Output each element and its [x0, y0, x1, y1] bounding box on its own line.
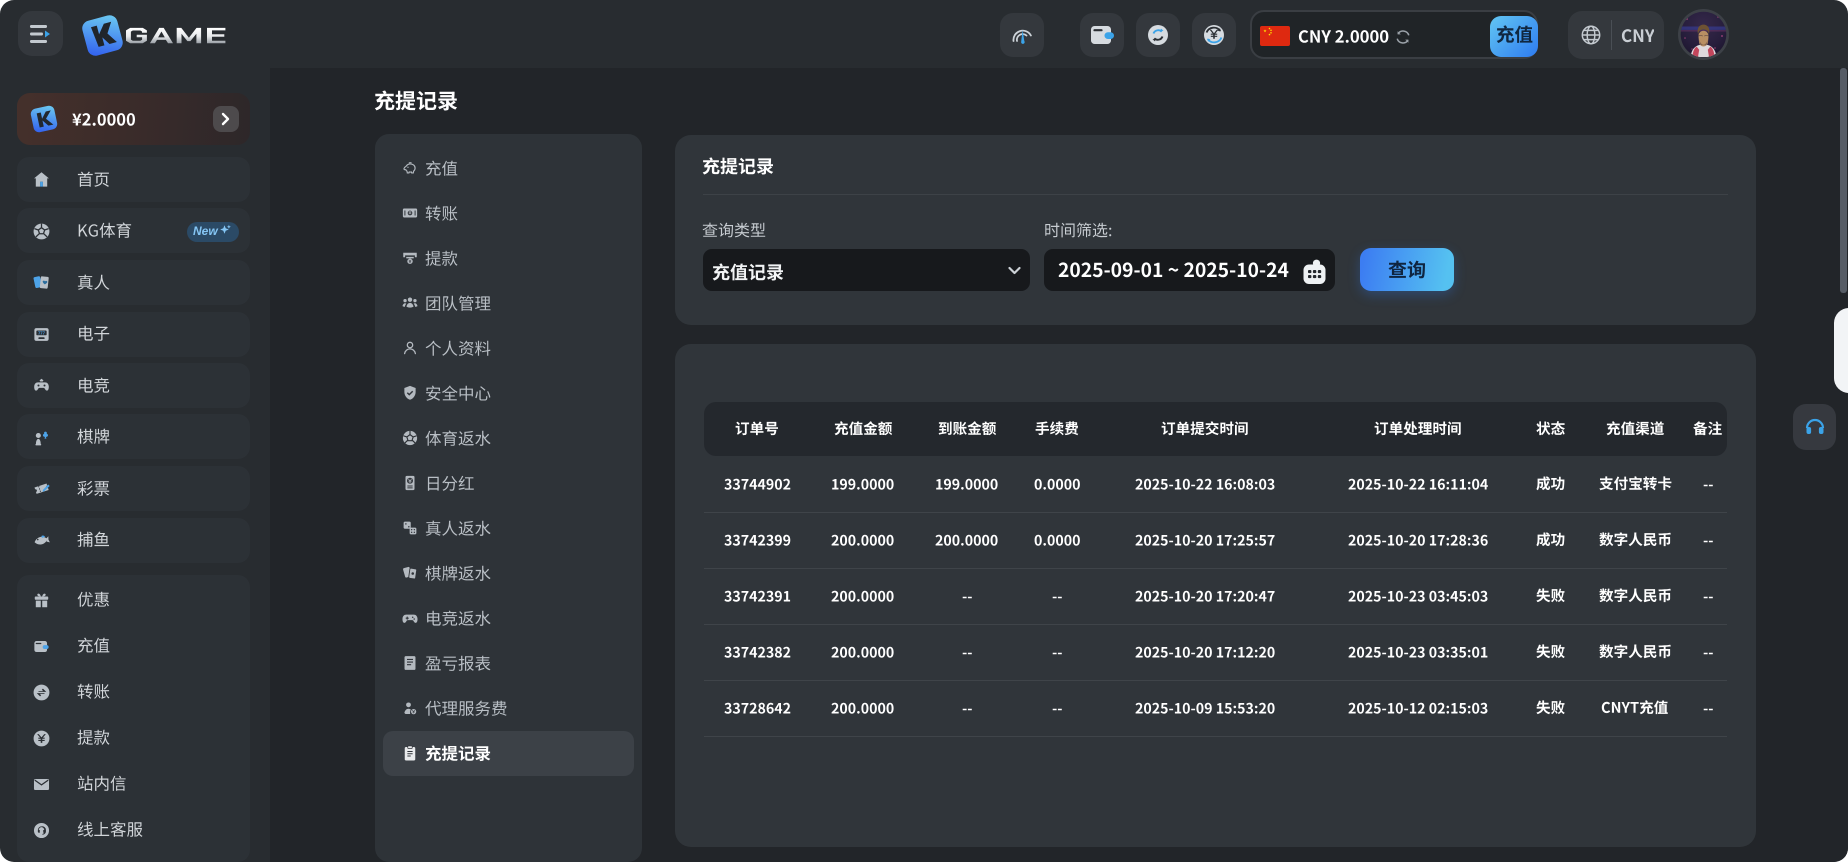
svg-text:777: 777	[38, 330, 46, 335]
